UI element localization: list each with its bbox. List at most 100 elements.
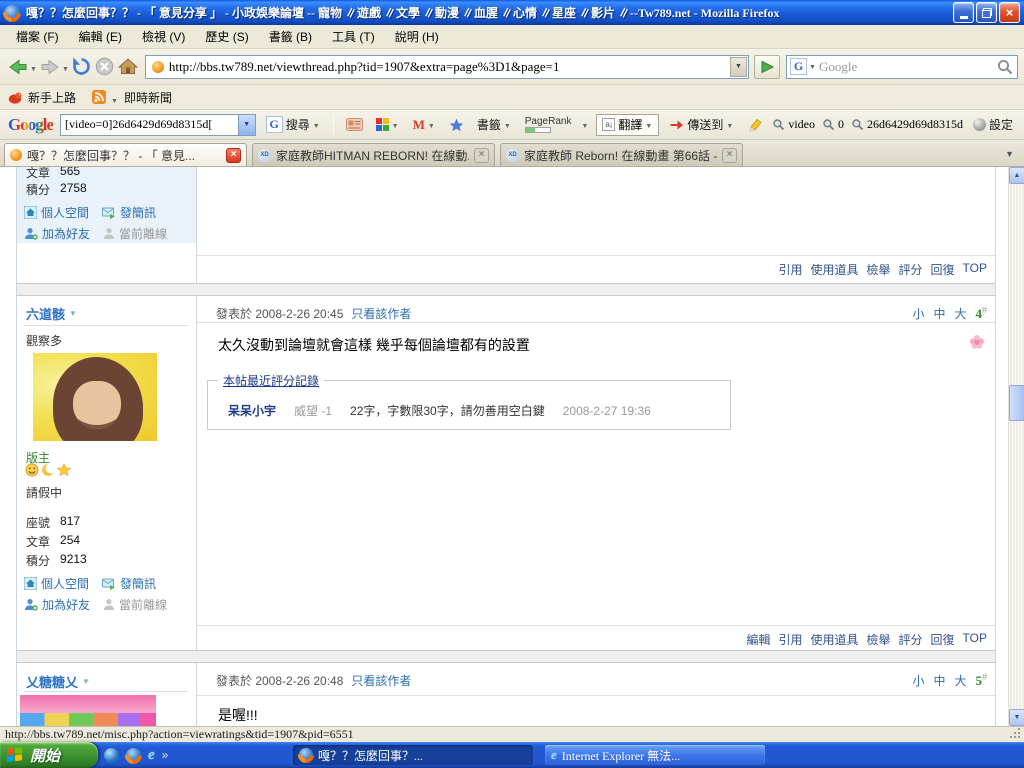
url-input[interactable] xyxy=(169,59,730,75)
gtb-highlight-button[interactable] xyxy=(744,116,765,134)
bookmark-latest-news[interactable]: ▼ 即時新聞 xyxy=(92,89,172,106)
menu-item-view[interactable]: 檢視 (V) xyxy=(132,24,195,49)
post2-avatar[interactable] xyxy=(33,353,157,441)
start-button[interactable]: 開始 xyxy=(0,742,98,768)
vertical-scrollbar[interactable]: ▲ ▼ xyxy=(1008,167,1024,726)
menu-item-history[interactable]: 歷史 (S) xyxy=(195,24,258,49)
quote-link[interactable]: 引用 xyxy=(778,631,802,648)
user-dropdown-icon[interactable]: ▼ xyxy=(82,677,90,686)
gtb-search-button[interactable]: G 搜尋 ▼ xyxy=(263,114,324,135)
quick-launch-ie-icon[interactable]: e xyxy=(148,747,155,764)
tab-1-active[interactable]: 嘎？？怎麼回事？？ - 「 意見... × xyxy=(4,143,247,166)
google-search-input[interactable] xyxy=(819,59,994,75)
gtb-combo-dropdown-button[interactable]: ▼ xyxy=(238,115,255,135)
add-friend-link[interactable]: 加為好友 xyxy=(24,596,90,613)
stop-button[interactable] xyxy=(93,55,116,78)
go-button[interactable] xyxy=(754,55,780,79)
gtb-apps-button[interactable]: ▼ xyxy=(373,116,403,133)
reply-link[interactable]: 回復 xyxy=(931,261,955,278)
tab-list-dropdown-button[interactable]: ▼ xyxy=(999,147,1020,161)
quick-launch-globe-icon[interactable] xyxy=(104,748,119,763)
send-message-link[interactable]: 發簡訊 xyxy=(102,204,156,221)
post3-avatar[interactable] xyxy=(20,695,156,726)
use-item-link[interactable]: 使用道具 xyxy=(810,631,858,648)
edit-link[interactable]: 編輯 xyxy=(746,631,770,648)
search-engine-icon[interactable]: G xyxy=(790,58,807,75)
rate-link[interactable]: 評分 xyxy=(899,631,923,648)
scroll-thumb[interactable] xyxy=(1009,385,1024,421)
send-message-link[interactable]: 發簡訊 xyxy=(102,575,156,592)
menu-item-file[interactable]: 檔案 (F) xyxy=(6,24,69,49)
post2-author-link[interactable]: 六道骸▼ xyxy=(26,304,77,323)
quote-link[interactable]: 引用 xyxy=(778,261,802,278)
only-author-link[interactable]: 只看該作者 xyxy=(351,305,411,322)
url-history-dropdown-button[interactable]: ▼ xyxy=(730,57,747,77)
gtb-news-button[interactable] xyxy=(343,116,366,133)
scroll-up-button[interactable]: ▲ xyxy=(1009,167,1024,184)
forward-dropdown-button[interactable]: ▼ xyxy=(62,66,69,73)
home-button[interactable] xyxy=(116,55,140,78)
task-button-ie[interactable]: e Internet Explorer 無法... xyxy=(545,745,765,765)
gtb-settings-button[interactable]: 設定 xyxy=(970,114,1016,135)
menu-item-tools[interactable]: 工具 (T) xyxy=(322,24,385,49)
add-friend-link[interactable]: 加為好友 xyxy=(24,225,90,242)
quick-launch-overflow-chevron[interactable]: » xyxy=(162,748,169,762)
gtb-search-input[interactable] xyxy=(61,117,238,132)
reload-button[interactable] xyxy=(70,55,93,78)
user-dropdown-icon[interactable]: ▼ xyxy=(69,309,77,318)
tab-close-button[interactable]: × xyxy=(474,148,489,163)
font-large-link[interactable]: 大 xyxy=(954,672,966,689)
gtb-translate-button[interactable]: a¡ 翻譯 ▼ xyxy=(596,114,659,136)
pagerank-dropdown-icon[interactable]: ▼ xyxy=(581,123,588,130)
rating-record-title-link[interactable]: 本帖最近評分記錄 xyxy=(218,372,324,389)
forward-button[interactable] xyxy=(38,55,62,79)
gtb-term-button-video[interactable]: video xyxy=(772,117,815,132)
back-button[interactable] xyxy=(6,55,30,79)
gtb-term-button-0[interactable]: 0 xyxy=(822,117,844,132)
top-link[interactable]: TOP xyxy=(963,261,987,278)
gtb-pagerank-button[interactable]: PageRank xyxy=(522,114,575,135)
report-link[interactable]: 檢舉 xyxy=(867,261,891,278)
search-engine-dropdown[interactable]: ▼ xyxy=(809,64,816,71)
search-magnifier-icon[interactable] xyxy=(996,58,1014,76)
report-link[interactable]: 檢舉 xyxy=(867,631,891,648)
tab-close-button[interactable]: × xyxy=(226,148,241,163)
font-large-link[interactable]: 大 xyxy=(954,305,966,322)
gtb-gmail-button[interactable]: M ▼ xyxy=(410,115,439,135)
gtb-bookmark-star-button[interactable] xyxy=(446,116,467,134)
font-small-link[interactable]: 小 xyxy=(912,305,924,322)
tab-2[interactable]: XD 家庭教師HITMAN REBORN! 在線動... × xyxy=(252,143,495,166)
font-medium-link[interactable]: 中 xyxy=(933,672,945,689)
font-small-link[interactable]: 小 xyxy=(912,672,924,689)
magic-flower-icon[interactable] xyxy=(968,333,986,351)
user-space-link[interactable]: 個人空間 xyxy=(24,575,89,592)
use-item-link[interactable]: 使用道具 xyxy=(810,261,858,278)
menu-item-edit[interactable]: 編輯 (E) xyxy=(69,24,132,49)
gtb-term-button-hash[interactable]: 26d6429d69d8315d xyxy=(851,117,963,132)
gtb-search-dropdown[interactable]: ▼ xyxy=(313,123,320,130)
top-link[interactable]: TOP xyxy=(963,631,987,648)
gtb-sendto-button[interactable]: 傳送到 ▼ xyxy=(666,114,737,135)
minimize-button[interactable] xyxy=(953,2,974,23)
task-button-firefox[interactable]: 嘎？？怎麼回事？... xyxy=(293,745,533,765)
menu-item-help[interactable]: 說明 (H) xyxy=(385,24,449,49)
only-author-link[interactable]: 只看該作者 xyxy=(351,672,411,689)
post3-author-link[interactable]: 乂糖糖乂▼ xyxy=(26,672,90,691)
sidebar-divider xyxy=(24,325,188,326)
scroll-down-button[interactable]: ▼ xyxy=(1009,709,1024,726)
close-button[interactable]: × xyxy=(999,2,1020,23)
user-space-link[interactable]: 個人空間 xyxy=(24,204,89,221)
tab-close-button[interactable]: × xyxy=(722,148,737,163)
reply-link[interactable]: 回復 xyxy=(931,631,955,648)
gtb-bookmarks-button[interactable]: 書籤 ▼ xyxy=(474,114,515,135)
font-medium-link[interactable]: 中 xyxy=(933,305,945,322)
rating-user-link[interactable]: 呆呆小宇 xyxy=(228,402,276,419)
back-dropdown-button[interactable]: ▼ xyxy=(30,66,37,73)
bookmark-getting-started[interactable]: 新手上路 xyxy=(8,89,76,106)
resize-grip[interactable] xyxy=(1018,736,1020,738)
tab-3[interactable]: XD 家庭教師 Reborn! 在線動畫 第66話 -... × xyxy=(500,143,743,166)
restore-button[interactable] xyxy=(976,2,997,23)
menu-item-bookmarks[interactable]: 書籤 (B) xyxy=(259,24,322,49)
quick-launch-firefox-icon[interactable] xyxy=(126,748,141,763)
rate-link[interactable]: 評分 xyxy=(899,261,923,278)
